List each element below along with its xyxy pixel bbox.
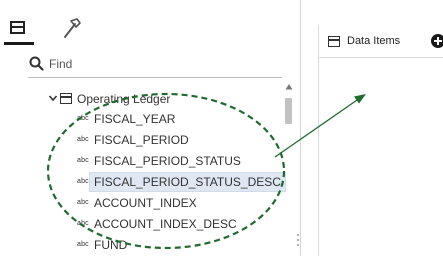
text-type-icon: abc — [77, 136, 89, 143]
table-icon — [328, 36, 340, 47]
tree-node-label: Operating Ledger — [77, 92, 171, 106]
field-label: FISCAL_YEAR — [94, 112, 176, 126]
text-type-icon: abc — [77, 157, 89, 164]
text-type-icon: abc — [77, 199, 89, 206]
plus-circle-icon[interactable] — [431, 34, 443, 48]
search-bar — [28, 51, 282, 78]
data-items-panel: Data Items — [318, 0, 443, 256]
resize-handle-icon[interactable] — [296, 233, 300, 247]
tree-node-operating-ledger[interactable]: Operating Ledger — [48, 90, 278, 108]
text-type-icon: abc — [77, 241, 89, 248]
tab-data-sources[interactable] — [4, 14, 34, 45]
field-label: FISCAL_PERIOD — [94, 133, 189, 147]
field-item-fiscal-period-status[interactable]: abc FISCAL_PERIOD_STATUS — [77, 152, 282, 170]
data-tree: Operating Ledger abc FISCAL_YEAR abc FIS… — [0, 90, 286, 256]
field-label: ACCOUNT_INDEX_DESC — [94, 217, 237, 231]
field-item-fiscal-period[interactable]: abc FISCAL_PERIOD — [77, 131, 282, 149]
panel-divider — [318, 25, 319, 256]
search-icon — [29, 56, 44, 71]
field-item-fiscal-period-status-desc[interactable]: abc FISCAL_PERIOD_STATUS_DESC — [77, 172, 286, 192]
tab-tools[interactable] — [58, 14, 88, 42]
text-type-icon: abc — [77, 220, 89, 227]
text-type-icon: abc — [77, 115, 89, 122]
tree-scrollbar[interactable] — [284, 83, 293, 256]
data-items-title: Data Items — [347, 35, 401, 47]
field-item-account-index-desc[interactable]: abc ACCOUNT_INDEX_DESC — [77, 215, 282, 233]
data-items-header: Data Items — [318, 25, 443, 58]
field-item-fiscal-year[interactable]: abc FISCAL_YEAR — [77, 110, 282, 128]
data-tab-icon — [10, 21, 25, 34]
field-label: ACCOUNT_INDEX — [94, 196, 197, 210]
table-icon — [60, 93, 72, 104]
scroll-up-arrow-icon[interactable] — [285, 83, 293, 91]
hammer-icon — [64, 18, 81, 38]
field-item-fund[interactable]: abc FUND — [77, 236, 282, 254]
text-type-icon: abc — [77, 178, 89, 185]
data-source-panel: Operating Ledger abc FISCAL_YEAR abc FIS… — [0, 0, 301, 256]
scrollbar-thumb[interactable] — [285, 98, 292, 124]
search-input[interactable] — [49, 55, 274, 73]
field-label: FISCAL_PERIOD_STATUS — [94, 154, 241, 168]
field-label: FUND — [94, 238, 128, 252]
field-label: FISCAL_PERIOD_STATUS_DESC — [89, 172, 286, 192]
panel-toolbar — [0, 0, 300, 45]
field-item-account-index[interactable]: abc ACCOUNT_INDEX — [77, 194, 282, 212]
chevron-down-icon[interactable] — [48, 93, 58, 103]
